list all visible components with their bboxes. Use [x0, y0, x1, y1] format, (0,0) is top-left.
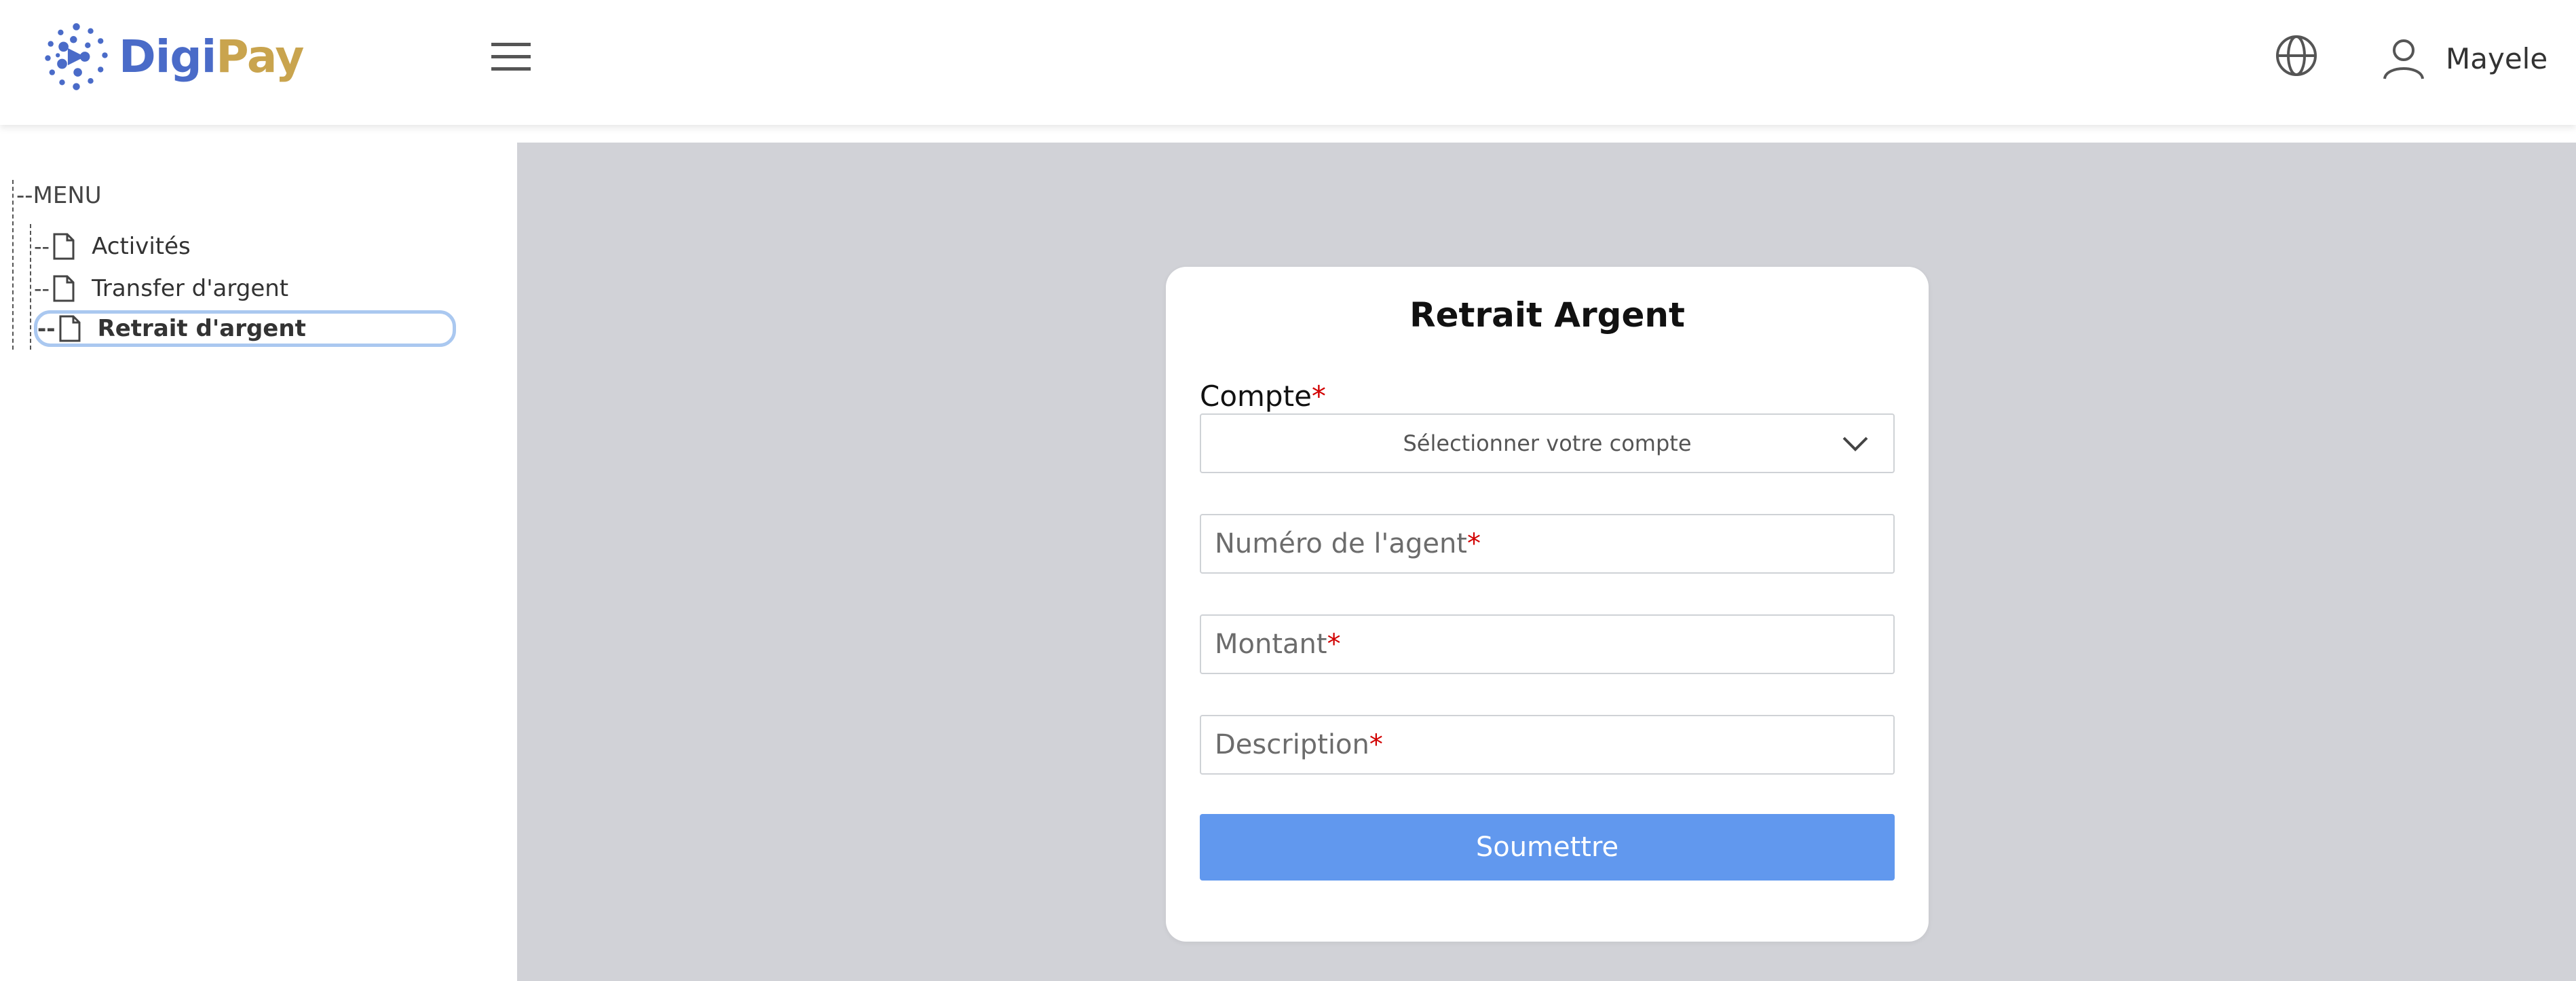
agent-number-input[interactable]: Numéro de l'agent *	[1200, 514, 1895, 574]
tree-prefix: --	[34, 234, 50, 259]
sidebar-item-label: Retrait d'argent	[97, 315, 306, 342]
account-select[interactable]: Sélectionner votre compte	[1200, 413, 1895, 473]
withdrawal-form-card: Retrait Argent Compte* Sélectionner votr…	[1166, 267, 1929, 942]
file-icon	[59, 315, 81, 342]
chevron-down-icon	[1842, 437, 1868, 451]
description-placeholder: Description	[1215, 729, 1369, 760]
sidebar-item-transfer[interactable]: -- Transfer d'argent	[34, 270, 456, 307]
tree-prefix: --	[34, 276, 50, 301]
sidebar-item-label: Transfer d'argent	[92, 275, 289, 302]
amount-placeholder: Montant	[1215, 629, 1327, 660]
account-label-text: Compte	[1200, 380, 1312, 413]
hamburger-icon	[491, 43, 531, 71]
globe-icon	[2276, 35, 2317, 76]
file-icon	[53, 275, 75, 302]
required-marker: *	[1311, 380, 1326, 413]
file-icon	[53, 233, 75, 260]
account-select-value: Sélectionner votre compte	[1403, 430, 1692, 456]
user-menu-button[interactable]	[2381, 35, 2427, 81]
digipay-logo-icon	[45, 22, 108, 90]
required-marker: *	[1327, 629, 1341, 660]
logo-text: DigiPay	[119, 30, 304, 83]
sidebar	[0, 139, 498, 981]
tree-root-line	[12, 180, 14, 350]
form-title: Retrait Argent	[1409, 295, 1685, 335]
digipay-logo[interactable]: DigiPay	[41, 19, 304, 94]
account-label: Compte*	[1200, 380, 1326, 413]
amount-input[interactable]: Montant *	[1200, 614, 1895, 674]
hamburger-menu-button[interactable]	[489, 37, 537, 77]
submit-button[interactable]: Soumettre	[1200, 814, 1895, 881]
logo-text-digi: Digi	[119, 30, 216, 83]
required-marker: *	[1369, 729, 1383, 760]
sidebar-item-retrait[interactable]: -- Retrait d'argent	[34, 310, 456, 347]
agent-number-placeholder: Numéro de l'agent	[1215, 528, 1467, 559]
sidebar-item-label: Activités	[92, 233, 191, 260]
language-button[interactable]	[2273, 33, 2319, 79]
top-header: DigiPay Mayele	[0, 0, 2576, 125]
user-name[interactable]: Mayele	[2446, 42, 2547, 75]
sidebar-item-activites[interactable]: -- Activités	[34, 228, 456, 265]
tree-prefix: --	[37, 316, 56, 341]
user-icon	[2383, 39, 2424, 79]
logo-text-pay: Pay	[216, 30, 304, 83]
menu-label: --MENU	[16, 182, 102, 209]
tree-child-line	[30, 224, 31, 350]
required-marker: *	[1466, 528, 1481, 559]
description-input[interactable]: Description *	[1200, 715, 1895, 775]
